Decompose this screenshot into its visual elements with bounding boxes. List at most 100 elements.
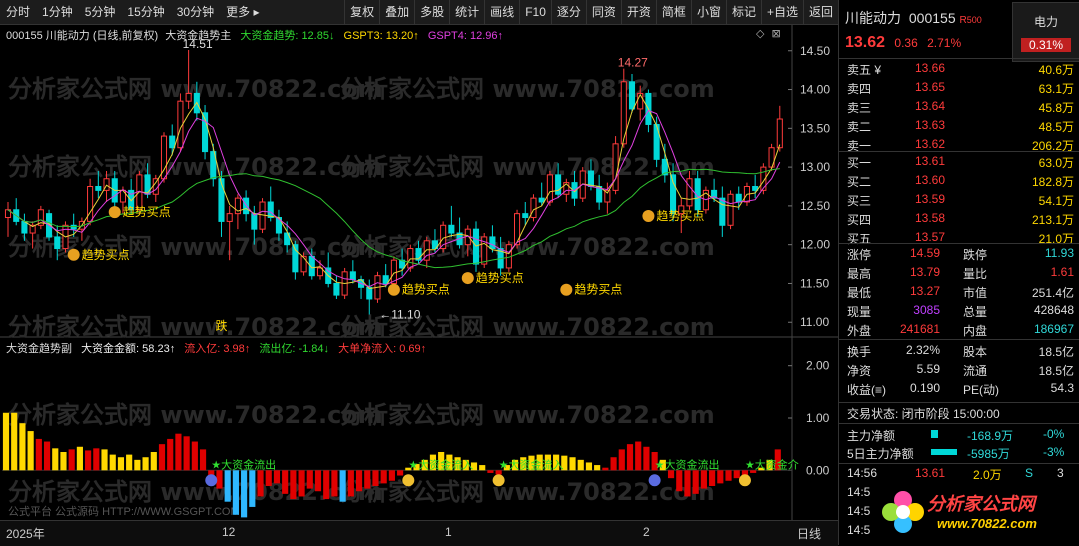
stat2-row-0[interactable]: 换手 2.32% 股本 18.5亿	[839, 341, 1079, 360]
bid-row-3[interactable]: 买三 13.59 54.1万	[839, 190, 1079, 209]
candle[interactable]	[686, 178, 693, 207]
toolbar-button-3[interactable]: 统计	[449, 0, 484, 24]
ask-row-2[interactable]: 卖二 13.63 48.5万	[839, 116, 1079, 135]
toolbar-button-6[interactable]: 逐分	[550, 0, 586, 24]
candle[interactable]	[530, 197, 537, 219]
candle[interactable]	[653, 123, 660, 160]
tick-row-2[interactable]: 14:5	[839, 502, 1079, 521]
candle[interactable]	[21, 220, 28, 234]
candle[interactable]	[489, 236, 496, 250]
x-label-jan: 1	[445, 525, 452, 539]
ask-row-3[interactable]: 卖三 13.64 45.8万	[839, 97, 1079, 116]
diamond-icon[interactable]: ◇	[756, 28, 764, 40]
candle[interactable]	[169, 135, 176, 149]
toolbar-button-4[interactable]: 画线	[484, 0, 519, 24]
candle[interactable]	[300, 255, 307, 273]
flow-bar	[684, 470, 691, 497]
candle[interactable]	[587, 170, 594, 187]
candle[interactable]	[349, 271, 356, 281]
toolbar-button-10[interactable]: 小窗	[690, 0, 726, 24]
kline-svg[interactable]: 14.50 14.00 13.50 13.00 12.50 12.00 11.50 11.00…	[0, 25, 838, 520]
candle[interactable]	[95, 186, 102, 191]
stat-row-3[interactable]: 现量 3085 总量 428648	[839, 301, 1079, 320]
candle[interactable]	[628, 81, 636, 110]
candle[interactable]	[407, 248, 414, 269]
candle[interactable]	[735, 193, 742, 203]
candle[interactable]	[538, 197, 545, 203]
candle[interactable]	[776, 118, 783, 149]
candle[interactable]	[267, 201, 274, 219]
toolbar-button-1[interactable]: 叠加	[379, 0, 414, 24]
ask-row-4[interactable]: 卖四 13.65 63.1万	[839, 78, 1079, 97]
ask-row-5[interactable]: 卖五 ¥ 13.66 40.6万	[839, 59, 1079, 78]
candle[interactable]	[555, 174, 562, 195]
bid-row-4[interactable]: 买四 13.58 213.1万	[839, 209, 1079, 228]
stat-row-4[interactable]: 外盘 241681 内盘 186967	[839, 320, 1079, 339]
toolbar-button-5[interactable]: F10	[519, 0, 551, 24]
stat-value: 2.32%	[905, 343, 940, 357]
toolbar-button-7[interactable]: 同资	[585, 0, 621, 24]
stat-row-2[interactable]: 最低 13.27 市值 251.4亿	[839, 282, 1079, 301]
fall-label: 跌	[215, 318, 227, 333]
divider	[839, 423, 1079, 424]
tick-row-0[interactable]: 14:56 13.61 2.0万 S 3	[839, 464, 1079, 483]
ask-label: 卖四	[847, 82, 872, 96]
candle[interactable]	[472, 228, 480, 265]
candle[interactable]	[87, 186, 94, 222]
toolbar-button-9[interactable]: 简框	[655, 0, 691, 24]
candle[interactable]	[54, 236, 61, 250]
stat-row-0[interactable]: 涨停 14.59 跌停 11.93	[839, 244, 1079, 263]
candle[interactable]	[70, 224, 77, 230]
outflow-label: ★大资金流出	[211, 457, 276, 471]
period-tab-3[interactable]: 15分钟	[121, 0, 170, 24]
toolbar-button-2[interactable]: 多股	[414, 0, 449, 24]
candle[interactable]	[546, 174, 553, 203]
bid-row-1[interactable]: 买一 13.61 63.0万	[839, 152, 1079, 171]
toolbar-button-11[interactable]: 标记	[725, 0, 761, 24]
candle[interactable]	[251, 213, 258, 230]
period-tab-2[interactable]: 5分钟	[79, 0, 122, 24]
stat-label: 净资	[847, 364, 872, 378]
indicator-name[interactable]: 大资金趋势主	[165, 30, 231, 42]
chart-area[interactable]: 14.50 14.00 13.50 13.00 12.50 12.00 11.50 11.00…	[0, 25, 838, 520]
bid-row-2[interactable]: 买二 13.60 182.8万	[839, 171, 1079, 190]
tick-row-1[interactable]: 14:5	[839, 483, 1079, 502]
period-tab-5[interactable]: 更多 ▸	[220, 0, 265, 24]
tick-time: 14:56	[847, 466, 878, 480]
chart-window-controls: ◇ ⊠	[756, 27, 781, 40]
flow-bar	[93, 448, 100, 471]
candle[interactable]	[727, 193, 734, 226]
stat2-row-2[interactable]: 收益(≡) 0.190 PE(动) 54.3	[839, 379, 1079, 398]
sector-box[interactable]: 电力 0.31%	[1012, 2, 1079, 62]
period-tab-1[interactable]: 1分钟	[36, 0, 79, 24]
close-icon[interactable]: ⊠	[772, 28, 781, 40]
candle[interactable]	[612, 143, 619, 191]
candle[interactable]	[522, 213, 529, 219]
candle[interactable]	[719, 197, 726, 226]
period-toolbar: 分时 1分钟 5分钟 15分钟 30分钟 更多 ▸ 复权 叠加 多股 统计 画线 F10 逐分 同资 开资简…	[0, 0, 838, 25]
flow-bar	[380, 470, 387, 484]
toolbar-button-13[interactable]: 返回	[802, 0, 838, 24]
toolbar-button-8[interactable]: 开资	[620, 0, 656, 24]
bid-price: 13.61	[915, 154, 946, 168]
tick-row-3[interactable]: 14:5	[839, 521, 1079, 540]
stat2-row-1[interactable]: 净资 5.59 流通 18.5亿	[839, 360, 1079, 379]
sub-indicator-name[interactable]: 大资金趋势副	[6, 343, 72, 355]
flow-bar	[150, 452, 157, 471]
outflow-label: ★大资金流出	[655, 457, 720, 471]
candle[interactable]	[333, 282, 340, 296]
candle[interactable]	[448, 224, 455, 234]
toolbar-button-0[interactable]: 复权	[344, 0, 379, 24]
period-tab-0[interactable]: 分时	[0, 0, 36, 24]
candle[interactable]	[185, 92, 192, 102]
bid-volume: 54.1万	[1038, 194, 1074, 208]
x-label-year: 2025年	[6, 527, 45, 541]
flow-bar	[339, 470, 346, 502]
candle[interactable]	[514, 213, 521, 246]
period-tab-4[interactable]: 30分钟	[171, 0, 220, 24]
candle[interactable]	[226, 213, 233, 222]
price-change-pct: 2.71%	[927, 36, 962, 50]
toolbar-button-12[interactable]: +自选	[760, 0, 803, 24]
period-label[interactable]: 日线	[797, 525, 821, 542]
stat-row-1[interactable]: 最高 13.79 量比 1.61	[839, 263, 1079, 282]
